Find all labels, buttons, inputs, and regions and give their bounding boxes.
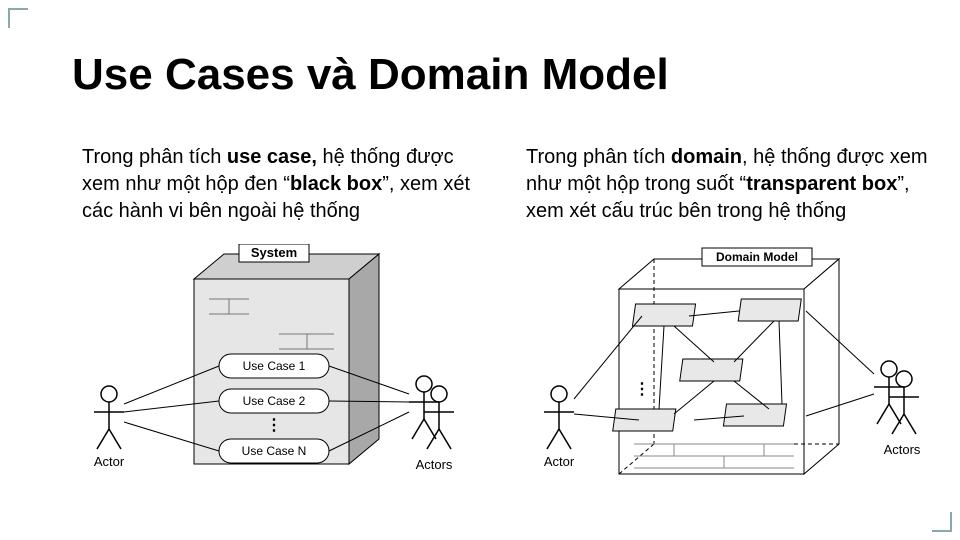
actors-icon	[409, 376, 454, 449]
use-case-svg: System Use Case 1 Use Case 2 Use Case N …	[79, 244, 474, 519]
corner-decoration-tl	[8, 8, 28, 28]
system-label: System	[251, 245, 297, 260]
paragraph-right: Trong phân tích domain, hệ thống được xe…	[526, 144, 936, 225]
uc1-label: Use Case 1	[243, 359, 306, 373]
actors-icon	[874, 361, 919, 434]
actors-label: Actors	[884, 442, 921, 457]
text-bold: domain	[671, 146, 742, 168]
actor-icon	[544, 386, 574, 449]
dots: ⋮	[266, 417, 282, 434]
actor-label: Actor	[94, 454, 125, 469]
dm-label: Domain Model	[716, 250, 798, 264]
text: Trong phân tích	[526, 146, 671, 168]
dots: ⋮	[634, 381, 650, 398]
ucn-label: Use Case N	[242, 444, 307, 458]
slide-title: Use Cases và Domain Model	[72, 50, 669, 100]
slide: Use Cases và Domain Model Trong phân tíc…	[0, 0, 960, 540]
text-bold: transparent box	[746, 173, 897, 195]
text: Trong phân tích	[82, 146, 227, 168]
actor-label: Actor	[544, 454, 575, 469]
paragraph-left: Trong phân tích use case, hệ thống được …	[82, 144, 482, 225]
uc2-label: Use Case 2	[243, 394, 306, 408]
actors-label: Actors	[416, 457, 453, 472]
actor-icon	[94, 386, 124, 449]
diagram-domain-model: Domain Model	[524, 244, 939, 519]
domain-model-svg: Domain Model	[524, 244, 939, 519]
text-bold: use case,	[227, 146, 317, 168]
text-bold: black box	[290, 173, 382, 195]
diagram-use-case: System Use Case 1 Use Case 2 Use Case N …	[79, 244, 474, 519]
